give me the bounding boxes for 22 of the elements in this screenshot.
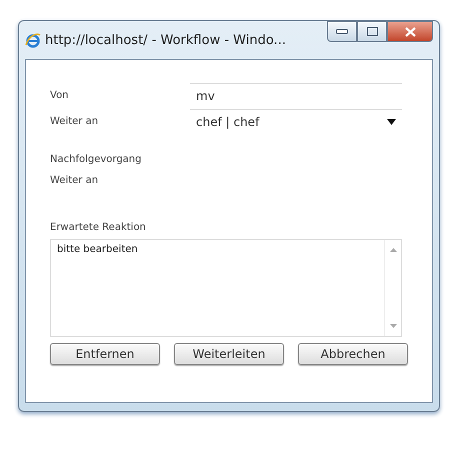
window-title: http://localhost/ - Workflow - Windo... [45,32,287,48]
dialog-button[interactable]: Weiterleiten [174,343,284,365]
scroll-down-icon [390,324,396,328]
text-area[interactable]: bitte bearbeiten [50,239,402,337]
minimize-icon [336,29,348,34]
section-heading: Nachfolgevorgang [50,154,142,165]
scroll-up-icon [390,248,396,252]
dialog-button[interactable]: Entfernen [50,343,160,365]
input-field[interactable]: mv [190,82,402,108]
maximize-icon [366,27,378,36]
dialog-button[interactable]: Abbrechen [298,343,408,365]
field-label: Von [50,90,70,100]
field-label: Weiter an [50,116,100,126]
field-label: Weiter an [50,175,100,186]
field-label: Erwartete Reaktion [50,222,147,233]
dropdown-arrow-icon [387,118,396,124]
browser-logo-icon [25,32,41,48]
dropdown-field[interactable]: chef | chef [190,108,402,134]
close-icon [404,26,416,36]
maximize-button[interactable] [357,21,387,42]
minimize-button[interactable] [327,21,357,42]
close-button[interactable] [387,21,433,42]
